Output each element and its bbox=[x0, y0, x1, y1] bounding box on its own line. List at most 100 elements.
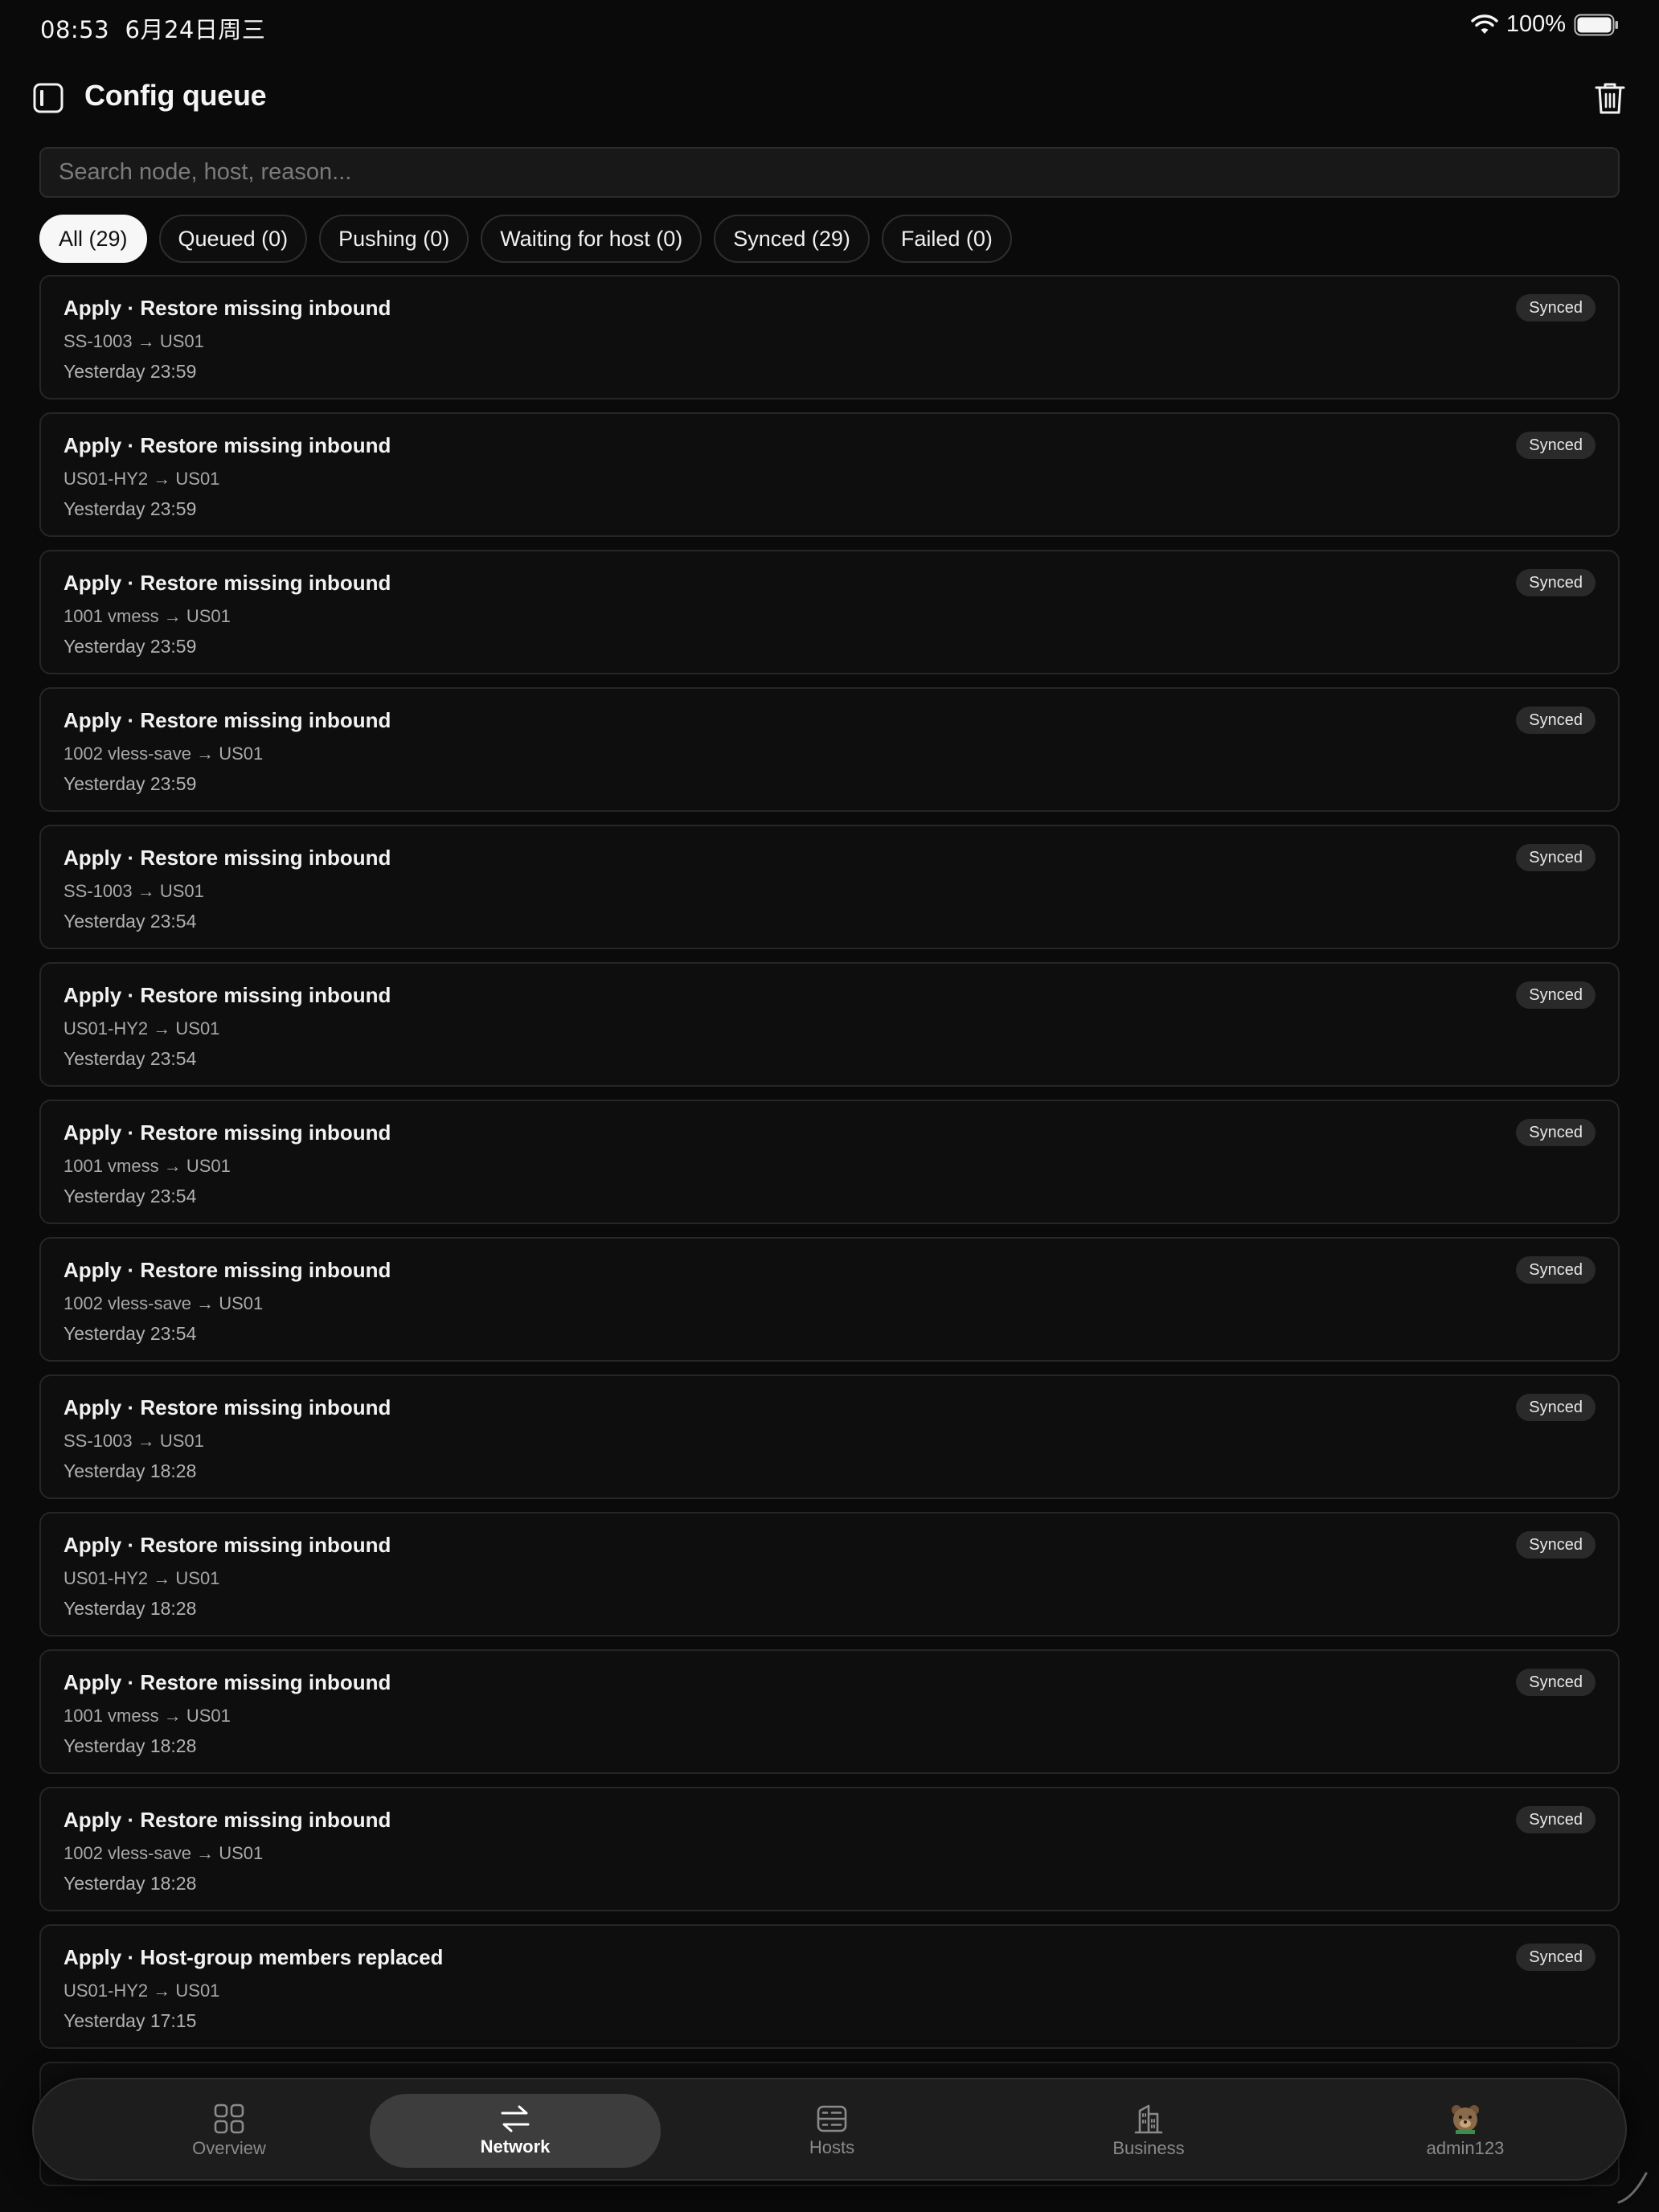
queue-item[interactable]: Apply · Restore missing inbound SS-1003 … bbox=[39, 825, 1620, 949]
queue-item[interactable]: Apply · Restore missing inbound 1002 vle… bbox=[39, 1787, 1620, 1911]
queue-item-title: Apply · Restore missing inbound bbox=[63, 1533, 391, 1557]
tab-hosts[interactable]: Hosts bbox=[686, 2094, 977, 2168]
tab-label: Business bbox=[1112, 2138, 1185, 2158]
trash-icon[interactable] bbox=[1593, 80, 1627, 116]
queue-item[interactable]: Apply · Restore missing inbound 1001 vme… bbox=[39, 1649, 1620, 1774]
queue-item[interactable]: Apply · Restore missing inbound 1001 vme… bbox=[39, 1100, 1620, 1224]
building-icon bbox=[1133, 2103, 1165, 2135]
status-badge: Synced bbox=[1516, 844, 1596, 871]
tab-network[interactable]: Network bbox=[370, 2094, 661, 2168]
status-badge: Synced bbox=[1516, 1256, 1596, 1284]
status-bar: 08:53 6月24日周三 100% bbox=[0, 0, 1659, 51]
queue-item-route: 1002 vless-save → US01 bbox=[63, 743, 264, 764]
queue-item-time: Yesterday 18:28 bbox=[63, 1598, 197, 1619]
queue-item-time: Yesterday 23:59 bbox=[63, 498, 197, 519]
filter-chip-failed[interactable]: Failed (0) bbox=[881, 215, 1012, 263]
queue-item-title: Apply · Restore missing inbound bbox=[63, 708, 391, 732]
queue-item-route: 1002 vless-save → US01 bbox=[63, 1843, 264, 1863]
queue-item-time: Yesterday 23:59 bbox=[63, 773, 197, 794]
battery-icon bbox=[1574, 14, 1619, 36]
queue-item-title: Apply · Restore missing inbound bbox=[63, 571, 391, 595]
queue-item-title: Apply · Restore missing inbound bbox=[63, 983, 391, 1007]
queue-item-time: Yesterday 23:54 bbox=[63, 1048, 197, 1069]
battery-percentage: 100% bbox=[1505, 11, 1566, 37]
queue-item-title: Apply · Restore missing inbound bbox=[63, 433, 391, 457]
queue-item[interactable]: Apply · Restore missing inbound US01-HY2… bbox=[39, 962, 1620, 1087]
tab-overview[interactable]: Overview bbox=[84, 2094, 375, 2168]
status-badge: Synced bbox=[1516, 294, 1596, 322]
page-title: Config queue bbox=[84, 79, 267, 112]
queue-item-time: Yesterday 18:28 bbox=[63, 1735, 197, 1756]
status-badge: Synced bbox=[1516, 1669, 1596, 1696]
queue-item-route: 1001 vmess → US01 bbox=[63, 606, 231, 626]
search-input[interactable] bbox=[39, 147, 1620, 198]
queue-item[interactable]: Apply · Restore missing inbound 1001 vme… bbox=[39, 550, 1620, 674]
tab-label: admin123 bbox=[1426, 2138, 1505, 2158]
queue-item[interactable]: Apply · Restore missing inbound 1002 vle… bbox=[39, 1237, 1620, 1362]
tab-label: Hosts bbox=[809, 2137, 855, 2157]
server-icon bbox=[816, 2103, 848, 2134]
queue-item[interactable]: Apply · Host-group members replaced US01… bbox=[39, 1924, 1620, 2049]
queue-item-route: 1002 vless-save → US01 bbox=[63, 1293, 264, 1313]
filter-chip-queued[interactable]: Queued (0) bbox=[158, 215, 308, 263]
status-badge: Synced bbox=[1516, 1806, 1596, 1833]
status-indicators: 100% bbox=[1471, 11, 1619, 38]
queue-item-time: Yesterday 18:28 bbox=[63, 1460, 197, 1481]
status-badge: Synced bbox=[1516, 1531, 1596, 1559]
status-time: 08:53 6月24日周三 bbox=[40, 11, 265, 45]
tab-label: Network bbox=[480, 2136, 551, 2157]
wifi-icon bbox=[1471, 14, 1498, 35]
sidebar-toggle-icon[interactable] bbox=[32, 82, 64, 114]
queue-item-title: Apply · Restore missing inbound bbox=[63, 1258, 391, 1282]
queue-item-route: 1001 vmess → US01 bbox=[63, 1706, 231, 1726]
queue-item-title: Apply · Restore missing inbound bbox=[63, 846, 391, 870]
status-badge: Synced bbox=[1516, 1394, 1596, 1421]
queue-item-time: Yesterday 23:59 bbox=[63, 361, 197, 382]
filter-chip-waiting-for-host[interactable]: Waiting for host (0) bbox=[481, 215, 703, 263]
queue-item-time: Yesterday 23:54 bbox=[63, 1186, 197, 1206]
queue-item[interactable]: Apply · Restore missing inbound US01-HY2… bbox=[39, 1512, 1620, 1636]
queue-item-title: Apply · Host-group members replaced bbox=[63, 1945, 444, 1969]
status-badge: Synced bbox=[1516, 707, 1596, 734]
avatar bbox=[1449, 2103, 1481, 2135]
queue-item-route: SS-1003 → US01 bbox=[63, 1431, 204, 1451]
tab-bar: Overview Network Hosts Business admin123 bbox=[32, 2078, 1627, 2181]
queue-item[interactable]: Apply · Restore missing inbound US01-HY2… bbox=[39, 412, 1620, 537]
queue-item[interactable]: Apply · Restore missing inbound SS-1003 … bbox=[39, 275, 1620, 399]
status-date: 6月24日周三 bbox=[125, 16, 266, 43]
scroll-corner-indicator bbox=[1614, 2169, 1651, 2206]
queue-item-route: US01-HY2 → US01 bbox=[63, 1981, 220, 2001]
queue-item[interactable]: Apply · Restore missing inbound SS-1003 … bbox=[39, 1374, 1620, 1499]
queue-item-title: Apply · Restore missing inbound bbox=[63, 1120, 391, 1145]
filter-chips: All (29) Queued (0) Pushing (0) Waiting … bbox=[39, 215, 1012, 263]
queue-item[interactable]: Apply · Restore missing inbound 1002 vle… bbox=[39, 687, 1620, 812]
queue-item-route: SS-1003 → US01 bbox=[63, 881, 204, 901]
queue-item-time: Yesterday 18:28 bbox=[63, 1873, 197, 1894]
status-badge: Synced bbox=[1516, 569, 1596, 596]
queue-item-route: US01-HY2 → US01 bbox=[63, 469, 220, 489]
filter-chip-synced[interactable]: Synced (29) bbox=[714, 215, 870, 263]
queue-item-route: US01-HY2 → US01 bbox=[63, 1568, 220, 1588]
status-badge: Synced bbox=[1516, 1119, 1596, 1146]
status-badge: Synced bbox=[1516, 432, 1596, 459]
queue-item-time: Yesterday 23:59 bbox=[63, 636, 197, 657]
queue-item-time: Yesterday 23:54 bbox=[63, 1323, 197, 1344]
queue-item-route: SS-1003 → US01 bbox=[63, 331, 204, 351]
status-badge: Synced bbox=[1516, 1944, 1596, 1971]
status-clock: 08:53 bbox=[40, 16, 110, 43]
queue-item-title: Apply · Restore missing inbound bbox=[63, 296, 391, 320]
header: Config queue bbox=[0, 71, 1659, 122]
queue-list: Apply · Restore missing inbound SS-1003 … bbox=[39, 275, 1620, 2199]
queue-item-route: US01-HY2 → US01 bbox=[63, 1018, 220, 1038]
grid-icon bbox=[213, 2103, 245, 2135]
queue-item-title: Apply · Restore missing inbound bbox=[63, 1670, 391, 1694]
filter-chip-pushing[interactable]: Pushing (0) bbox=[319, 215, 469, 263]
queue-item-time: Yesterday 23:54 bbox=[63, 911, 197, 932]
queue-item-title: Apply · Restore missing inbound bbox=[63, 1395, 391, 1419]
tab-label: Overview bbox=[192, 2138, 266, 2158]
tab-account[interactable]: admin123 bbox=[1320, 2094, 1611, 2168]
swap-arrows-icon bbox=[499, 2104, 531, 2133]
filter-chip-all[interactable]: All (29) bbox=[39, 215, 147, 263]
queue-item-time: Yesterday 17:15 bbox=[63, 2010, 197, 2031]
tab-business[interactable]: Business bbox=[1003, 2094, 1294, 2168]
